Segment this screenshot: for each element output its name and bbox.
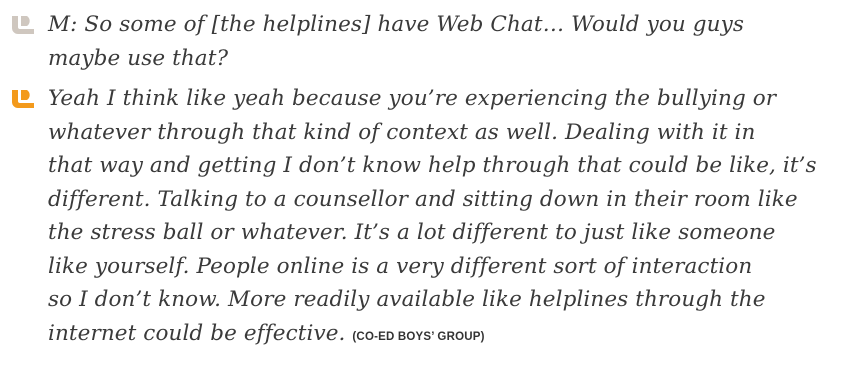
- speech-bubble-icon: [12, 90, 34, 108]
- speech-bubble-icon: [12, 16, 34, 34]
- quote-text: Yeah I think like yeah because you’re ex…: [10, 82, 850, 354]
- quote-source: (CO-ED BOYS’ GROUP): [352, 330, 485, 343]
- speech-bubble-shape: [12, 16, 34, 34]
- speech-bubble-shape: [12, 90, 34, 108]
- quote-body: Yeah I think like yeah because you’re ex…: [48, 86, 817, 346]
- participant-quote: Yeah I think like yeah because you’re ex…: [10, 82, 850, 354]
- quote-text: M: So some of [the helplines] have Web C…: [48, 12, 744, 71]
- interview-excerpt: M: So some of [the helplines] have Web C…: [0, 0, 864, 365]
- moderator-quote: M: So some of [the helplines] have Web C…: [10, 8, 850, 75]
